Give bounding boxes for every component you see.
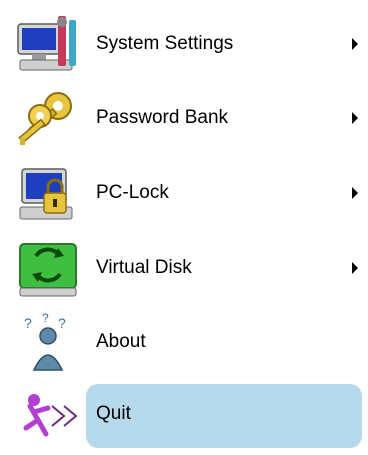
svg-text:?: ? bbox=[24, 315, 32, 331]
context-menu: System Settings Password Bank PC-Lock Vi… bbox=[0, 0, 368, 455]
menu-item-label: About bbox=[96, 331, 146, 352]
menu-item-label: PC-Lock bbox=[96, 182, 169, 203]
svg-text:?: ? bbox=[58, 315, 66, 331]
password-bank-keys-icon bbox=[12, 88, 84, 152]
menu-item-system-settings[interactable]: System Settings bbox=[0, 8, 368, 80]
pc-lock-icon bbox=[12, 163, 84, 227]
submenu-arrow-icon bbox=[352, 187, 358, 199]
svg-text:?: ? bbox=[42, 312, 49, 325]
system-settings-icon bbox=[12, 14, 84, 78]
submenu-arrow-icon bbox=[352, 38, 358, 50]
virtual-disk-icon bbox=[12, 238, 84, 302]
menu-item-password-bank[interactable]: Password Bank bbox=[0, 82, 368, 154]
menu-item-virtual-disk[interactable]: Virtual Disk bbox=[0, 232, 368, 304]
menu-item-pc-lock[interactable]: PC-Lock bbox=[0, 157, 368, 229]
menu-item-label: Password Bank bbox=[96, 107, 229, 128]
menu-item-label: Virtual Disk bbox=[96, 257, 192, 278]
menu-item-label: System Settings bbox=[96, 33, 234, 54]
about-icon: ? ? ? bbox=[12, 311, 84, 376]
menu-item-label: Quit bbox=[96, 403, 131, 424]
submenu-arrow-icon bbox=[352, 112, 358, 124]
menu-item-about[interactable]: ? ? ? About bbox=[0, 306, 368, 378]
menu-item-quit[interactable]: Quit bbox=[0, 378, 368, 450]
submenu-arrow-icon bbox=[352, 262, 358, 274]
quit-icon bbox=[12, 384, 84, 448]
